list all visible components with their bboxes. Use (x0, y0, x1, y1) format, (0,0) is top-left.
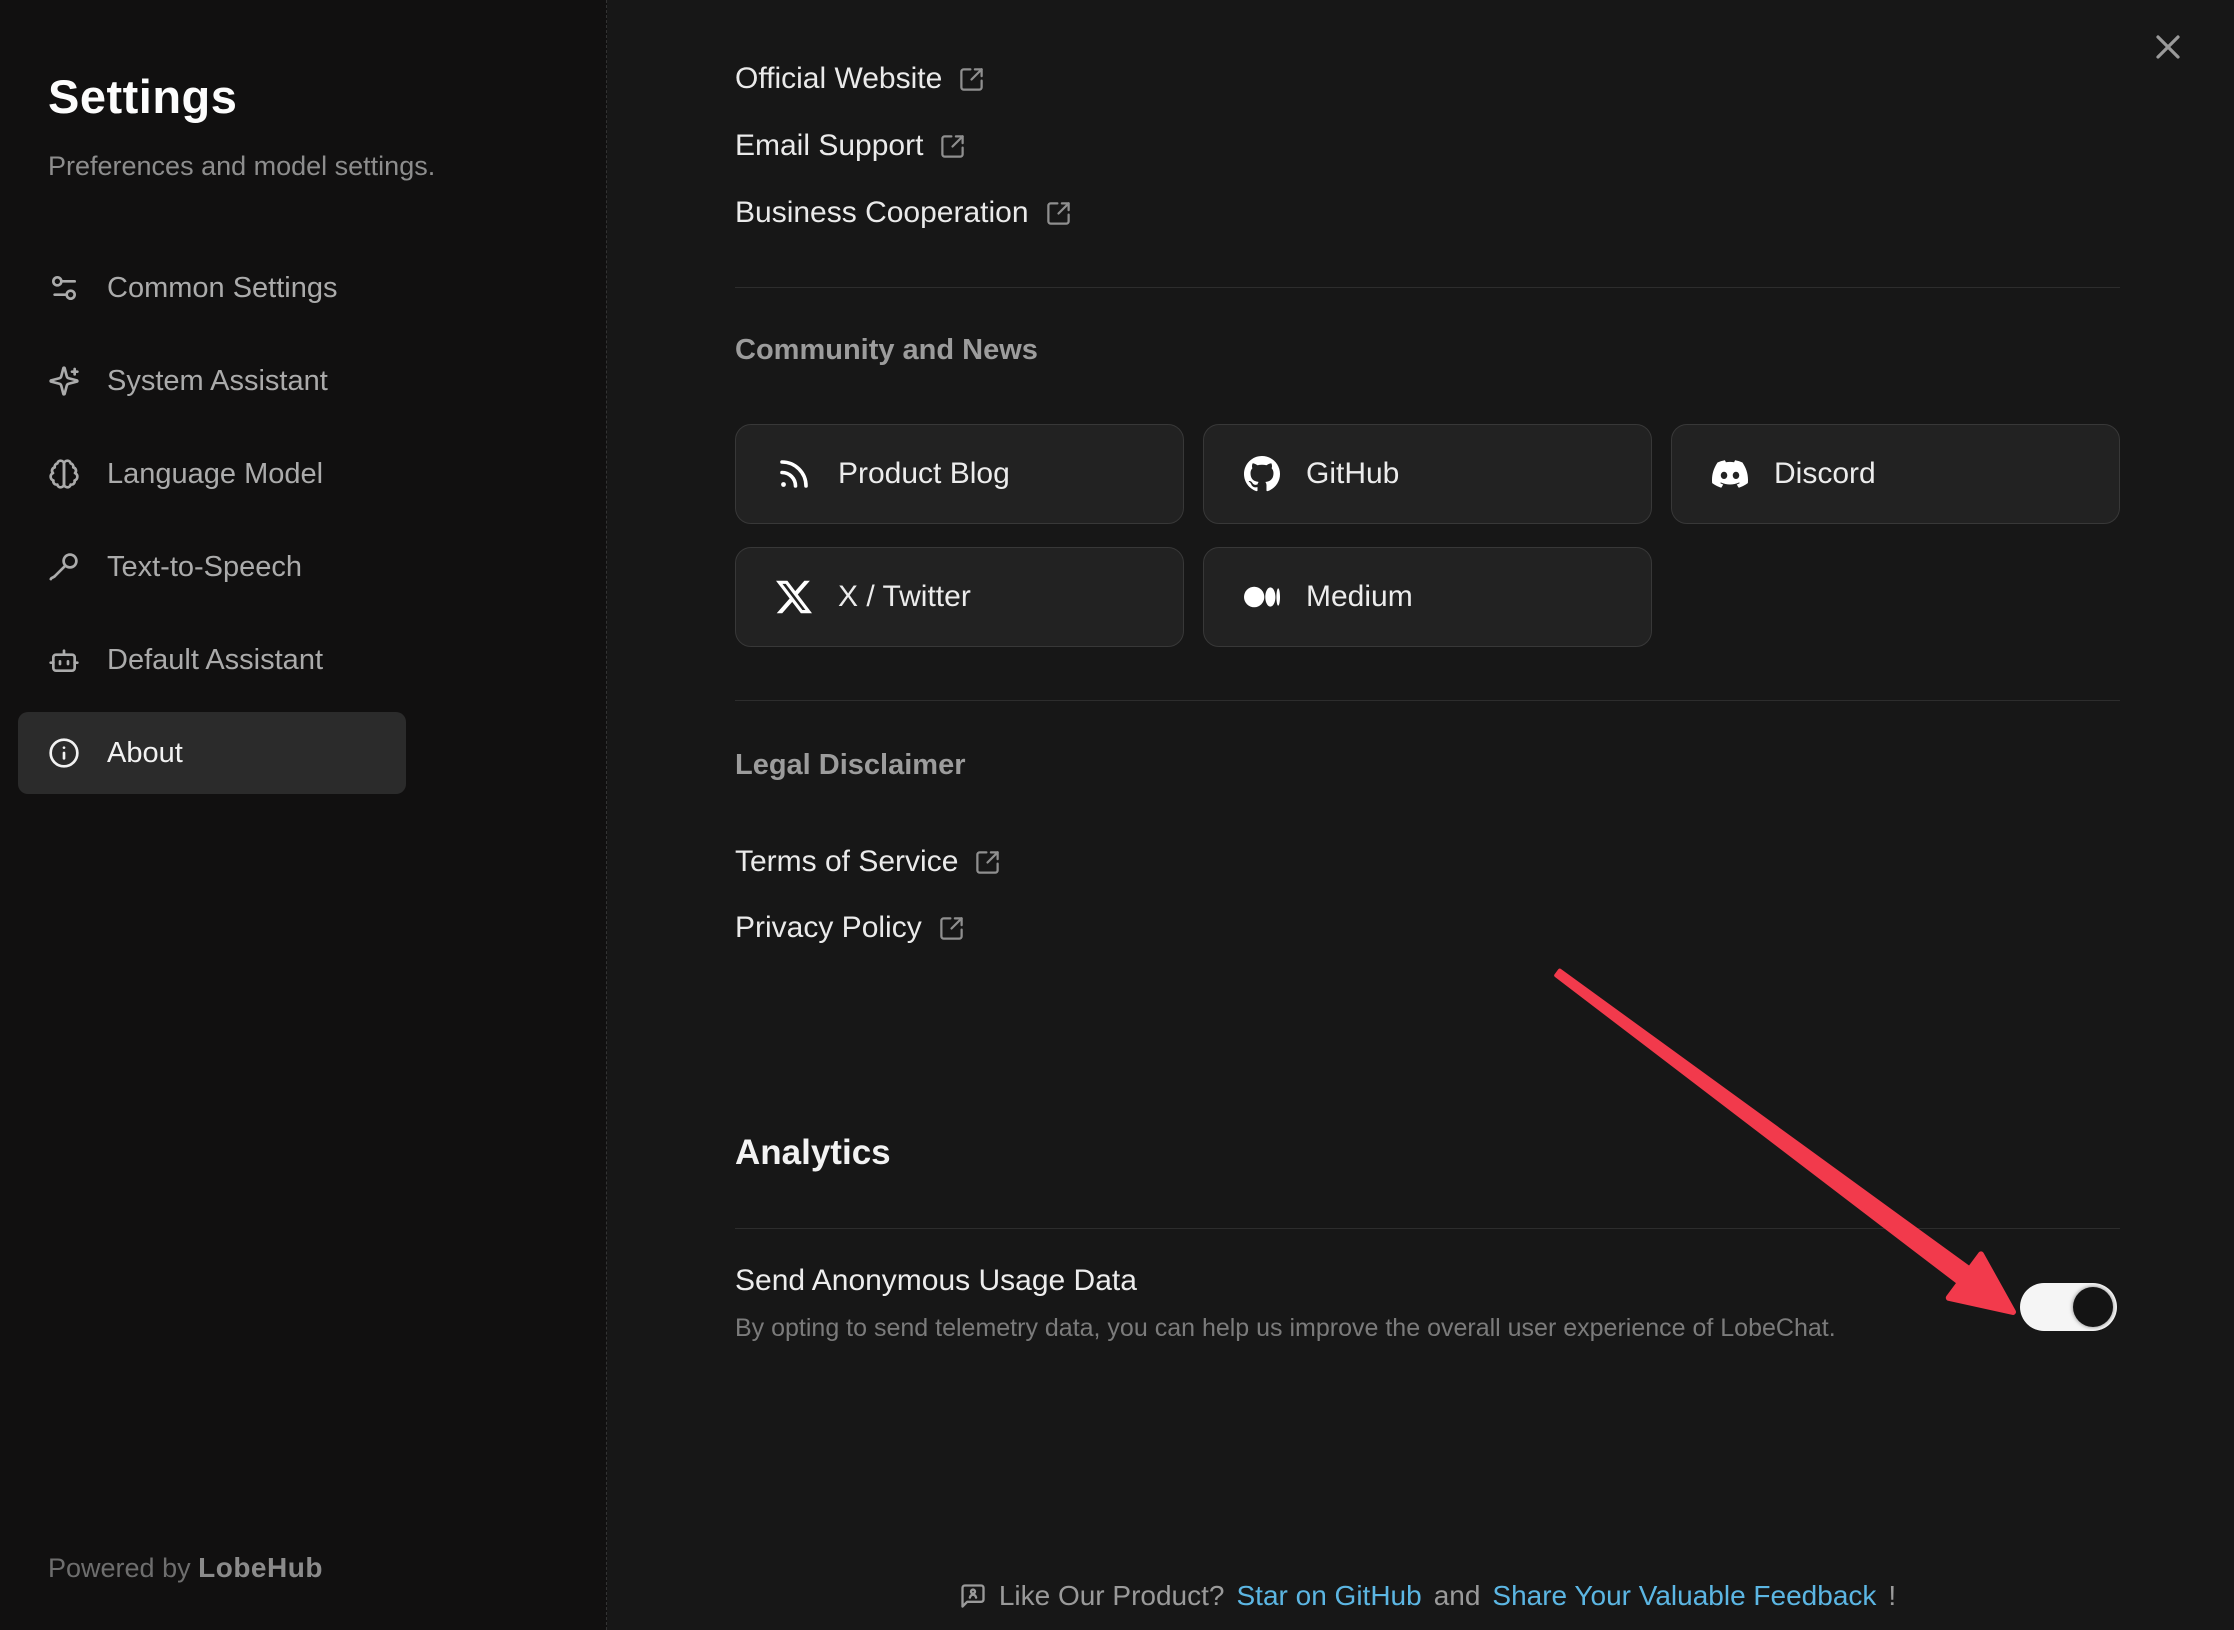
powered-by-prefix: Powered by (48, 1553, 191, 1583)
section-divider (735, 700, 2120, 701)
info-icon (48, 737, 80, 769)
external-link-icon (958, 66, 985, 93)
section-divider (735, 287, 2120, 288)
discord-icon (1712, 456, 1748, 492)
card-label: X / Twitter (838, 580, 971, 614)
product-blog-button[interactable]: Product Blog (735, 424, 1184, 524)
close-button[interactable] (2146, 26, 2190, 70)
analytics-heading: Analytics (735, 1133, 2120, 1173)
link-label: Official Website (735, 62, 942, 96)
sidebar-item-label: Common Settings (107, 272, 338, 305)
sidebar-item-label: Language Model (107, 458, 323, 491)
sidebar-item-label: Text-to-Speech (107, 551, 302, 584)
toggle-knob (2073, 1287, 2113, 1327)
sidebar: Settings Preferences and model settings.… (0, 0, 607, 1630)
sidebar-item-common-settings[interactable]: Common Settings (18, 247, 406, 329)
link-label: Business Cooperation (735, 196, 1029, 230)
bot-icon (48, 644, 80, 676)
powered-by: Powered by LobeHub (48, 1552, 323, 1584)
rss-icon (776, 456, 812, 492)
sidebar-nav: Common Settings System Assistant Languag… (18, 247, 406, 805)
link-label: Terms of Service (735, 845, 958, 879)
footer-like-bar: Like Our Product? Star on GitHub and Sha… (735, 1576, 2120, 1616)
external-link-icon (974, 849, 1001, 876)
discord-button[interactable]: Discord (1671, 424, 2120, 524)
legal-heading: Legal Disclaimer (735, 749, 2120, 782)
close-icon (2153, 32, 2183, 65)
page-subtitle: Preferences and model settings. (48, 151, 435, 182)
medium-icon (1244, 579, 1280, 615)
sparkles-icon (48, 365, 80, 397)
github-button[interactable]: GitHub (1203, 424, 1652, 524)
share-feedback-link[interactable]: Share Your Valuable Feedback (1492, 1580, 1876, 1612)
brain-icon (48, 458, 80, 490)
terms-of-service-link[interactable]: Terms of Service (735, 843, 2120, 881)
footer-prefix: Like Our Product? (999, 1580, 1225, 1612)
x-twitter-button[interactable]: X / Twitter (735, 547, 1184, 647)
link-label: Privacy Policy (735, 911, 922, 945)
sidebar-item-label: Default Assistant (107, 644, 323, 677)
community-cards: Product Blog GitHub Discord X / Twitter … (735, 424, 2120, 647)
sidebar-item-label: System Assistant (107, 365, 328, 398)
page-title: Settings (48, 69, 237, 124)
sidebar-item-label: About (107, 737, 183, 770)
external-link-icon (939, 133, 966, 160)
sidebar-item-default-assistant[interactable]: Default Assistant (18, 619, 406, 701)
card-label: Medium (1306, 580, 1413, 614)
sidebar-item-language-model[interactable]: Language Model (18, 433, 406, 515)
community-heading: Community and News (735, 334, 2120, 367)
lobehub-brand: LobeHub (198, 1552, 323, 1583)
microphone-icon (48, 551, 80, 583)
sidebar-item-system-assistant[interactable]: System Assistant (18, 340, 406, 422)
github-icon (1244, 456, 1280, 492)
card-label: GitHub (1306, 457, 1399, 491)
send-usage-data-description: By opting to send telemetry data, you ca… (735, 1314, 1836, 1343)
x-twitter-icon (776, 579, 812, 615)
about-panel: Contact Us Official Website Email Suppor… (607, 0, 2234, 1630)
privacy-policy-link[interactable]: Privacy Policy (735, 909, 2120, 947)
sliders-icon (48, 272, 80, 304)
contact-us-heading: Contact Us (735, 0, 893, 5)
send-usage-data-label: Send Anonymous Usage Data (735, 1264, 1137, 1298)
footer-conjunction: and (1434, 1580, 1481, 1612)
settings-modal: Settings Preferences and model settings.… (0, 0, 2234, 1630)
official-website-link[interactable]: Official Website (735, 60, 2120, 98)
card-label: Discord (1774, 457, 1876, 491)
external-link-icon (1045, 200, 1072, 227)
business-cooperation-link[interactable]: Business Cooperation (735, 194, 2120, 232)
medium-button[interactable]: Medium (1203, 547, 1652, 647)
link-label: Email Support (735, 129, 923, 163)
email-support-link[interactable]: Email Support (735, 127, 2120, 165)
star-on-github-link[interactable]: Star on GitHub (1236, 1580, 1421, 1612)
sidebar-item-about[interactable]: About (18, 712, 406, 794)
section-divider (735, 1228, 2120, 1229)
sidebar-item-text-to-speech[interactable]: Text-to-Speech (18, 526, 406, 608)
feedback-bubble-icon (959, 1582, 987, 1610)
external-link-icon (938, 915, 965, 942)
card-label: Product Blog (838, 457, 1010, 491)
send-usage-data-toggle[interactable] (2020, 1283, 2117, 1331)
footer-suffix: ! (1888, 1580, 1896, 1612)
